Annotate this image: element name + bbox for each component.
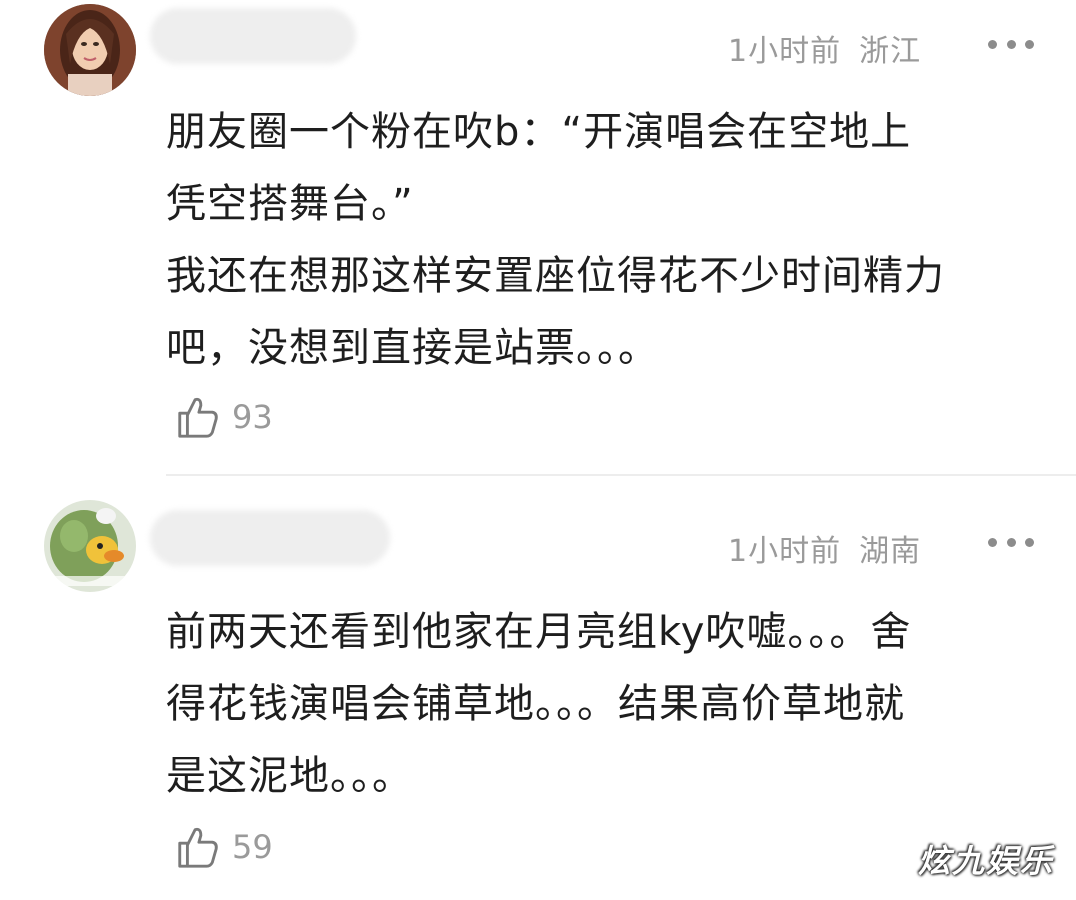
comment-time: 1小时前 bbox=[728, 34, 842, 69]
comment-location: 湖南 bbox=[859, 534, 922, 569]
user-avatar[interactable] bbox=[44, 4, 136, 96]
comment-line: 我还在想那这样安置座位得花不少时间精力 bbox=[166, 253, 945, 299]
comment-text: 前两天还看到他家在月亮组ky吹嘘。。。舍 得花钱演唱会铺草地。。。结果高价草地就… bbox=[166, 596, 1046, 812]
like-count: 93 bbox=[232, 398, 273, 436]
comment-meta: 1小时前 浙江 bbox=[728, 26, 921, 70]
thumbs-up-icon bbox=[178, 827, 218, 868]
username-blurred[interactable] bbox=[150, 510, 390, 566]
more-options-icon[interactable] bbox=[988, 38, 1034, 50]
comment-line: 得花钱演唱会铺草地。。。结果高价草地就 bbox=[166, 681, 905, 727]
comment-time: 1小时前 bbox=[728, 534, 842, 569]
like-count: 59 bbox=[232, 828, 273, 866]
comment-line: 凭空搭舞台。” bbox=[166, 181, 414, 227]
watermark: 炫九娱乐 bbox=[918, 842, 1055, 880]
comment-location: 浙江 bbox=[859, 34, 922, 69]
comment-line: 朋友圈一个粉在吹b：“开演唱会在空地上 bbox=[166, 109, 912, 155]
like-button[interactable]: 93 bbox=[174, 392, 273, 442]
user-avatar[interactable] bbox=[44, 500, 136, 592]
username-blurred[interactable] bbox=[150, 8, 356, 64]
thumbs-up-icon bbox=[178, 397, 218, 438]
woman-portrait-icon bbox=[44, 4, 136, 96]
comment-line: 前两天还看到他家在月亮组ky吹嘘。。。舍 bbox=[166, 609, 912, 655]
comment-meta: 1小时前 湖南 bbox=[728, 526, 921, 570]
comment-line: 吧，没想到直接是站票。。。 bbox=[166, 325, 659, 371]
comment-line: 是这泥地。。。 bbox=[166, 753, 413, 799]
comment-divider bbox=[166, 474, 1076, 476]
cartoon-duck-icon bbox=[44, 500, 136, 592]
like-button[interactable]: 59 bbox=[174, 822, 273, 872]
comment-text: 朋友圈一个粉在吹b：“开演唱会在空地上 凭空搭舞台。” 我还在想那这样安置座位得… bbox=[166, 96, 1046, 384]
more-options-icon[interactable] bbox=[988, 536, 1034, 548]
